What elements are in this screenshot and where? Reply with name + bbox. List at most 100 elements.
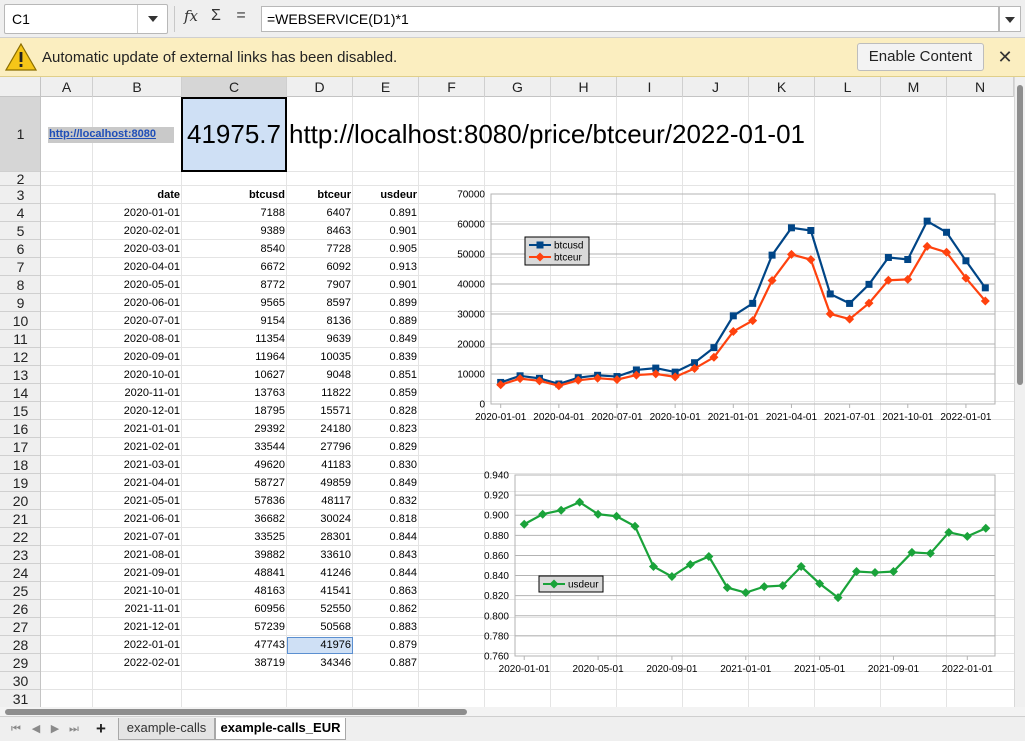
table-cell[interactable]: 2020-02-01	[62, 225, 180, 237]
table-cell[interactable]: 2021-07-01	[62, 531, 180, 543]
column-header-f[interactable]: F	[419, 77, 485, 97]
column-header-h[interactable]: H	[551, 77, 617, 97]
row-header-28[interactable]: 28	[0, 636, 40, 654]
table-cell[interactable]: 0.879	[299, 639, 417, 651]
formula-input[interactable]: =WEBSERVICE(D1)*1	[261, 6, 999, 32]
table-cell[interactable]: 2021-04-01	[62, 477, 180, 489]
row-header-12[interactable]: 12	[0, 348, 40, 366]
table-cell[interactable]: 2020-06-01	[62, 297, 180, 309]
row-header-5[interactable]: 5	[0, 222, 40, 240]
table-cell[interactable]: 2020-09-01	[62, 351, 180, 363]
previous-sheet-icon[interactable]: ◀	[29, 721, 43, 737]
row-header-6[interactable]: 6	[0, 240, 40, 258]
table-cell[interactable]: 0.883	[299, 621, 417, 633]
row-header-3[interactable]: 3	[0, 186, 40, 204]
column-header-k[interactable]: K	[749, 77, 815, 97]
tab-example-calls-eur[interactable]: example-calls_EUR	[215, 718, 346, 740]
sum-button[interactable]: Σ	[206, 7, 226, 31]
last-sheet-icon[interactable]: ⏭	[67, 721, 81, 737]
table-cell[interactable]: 0.823	[299, 423, 417, 435]
function-wizard-button[interactable]: fx	[180, 7, 202, 31]
table-cell[interactable]: 2021-12-01	[62, 621, 180, 633]
row-header-7[interactable]: 7	[0, 258, 40, 276]
horizontal-scroll-thumb[interactable]	[5, 709, 467, 715]
expand-formula-bar-button[interactable]	[999, 6, 1021, 32]
table-cell[interactable]: 2021-10-01	[62, 585, 180, 597]
cell-c1-selected[interactable]: 41975.7	[181, 97, 287, 172]
table-cell[interactable]: 0.844	[299, 531, 417, 543]
row-header-14[interactable]: 14	[0, 384, 40, 402]
name-box[interactable]: C1	[4, 4, 168, 34]
row-header-31[interactable]: 31	[0, 690, 40, 707]
horizontal-scrollbar[interactable]	[0, 707, 1025, 716]
row-header-30[interactable]: 30	[0, 672, 40, 690]
column-header-g[interactable]: G	[485, 77, 551, 97]
vertical-scrollbar[interactable]	[1014, 77, 1025, 707]
table-cell[interactable]: 2021-03-01	[62, 459, 180, 471]
table-cell[interactable]: 0.832	[299, 495, 417, 507]
table-cell[interactable]: 2021-11-01	[62, 603, 180, 615]
table-cell[interactable]: 0.829	[299, 441, 417, 453]
btc-price-chart[interactable]: 0 10000 20000 30000 40000 50000 60000 70000 2020…	[440, 180, 1010, 435]
usdeur-chart[interactable]: 0.760 0.780 0.800 0.820 0.840 0.860 0.880 0.900…	[440, 462, 1010, 684]
row-header-8[interactable]: 8	[0, 276, 40, 294]
table-cell[interactable]: 2021-05-01	[62, 495, 180, 507]
row-header-4[interactable]: 4	[0, 204, 40, 222]
row-header-21[interactable]: 21	[0, 510, 40, 528]
table-cell[interactable]: 2022-01-01	[62, 639, 180, 651]
table-cell[interactable]: 0.899	[299, 297, 417, 309]
next-sheet-icon[interactable]: ▶	[48, 721, 62, 737]
table-cell[interactable]: 2021-02-01	[62, 441, 180, 453]
add-sheet-icon[interactable]: +	[93, 720, 109, 738]
enable-content-button[interactable]: Enable Content	[857, 43, 984, 71]
table-cell[interactable]: 2021-09-01	[62, 567, 180, 579]
formula-button[interactable]: =	[231, 7, 251, 31]
close-icon[interactable]: ✕	[995, 46, 1015, 68]
column-header-d[interactable]: D	[287, 77, 353, 97]
name-box-dropdown-button[interactable]	[137, 5, 167, 33]
table-cell[interactable]: 2021-01-01	[62, 423, 180, 435]
column-header-b[interactable]: B	[93, 77, 182, 97]
row-header-11[interactable]: 11	[0, 330, 40, 348]
table-cell[interactable]: 2020-11-01	[62, 387, 180, 399]
cell-d1[interactable]: http://localhost:8080/price/btceur/2022-…	[289, 119, 805, 150]
row-header-23[interactable]: 23	[0, 546, 40, 564]
table-cell[interactable]: 2020-12-01	[62, 405, 180, 417]
table-cell[interactable]: 2021-06-01	[62, 513, 180, 525]
table-cell[interactable]: 0.901	[299, 279, 417, 291]
column-heading-usdeur[interactable]: usdeur	[299, 189, 417, 201]
table-cell[interactable]: 0.849	[299, 477, 417, 489]
column-header-m[interactable]: M	[881, 77, 947, 97]
row-header-19[interactable]: 19	[0, 474, 40, 492]
row-header-26[interactable]: 26	[0, 600, 40, 618]
row-header-20[interactable]: 20	[0, 492, 40, 510]
row-header-2[interactable]: 2	[0, 172, 40, 186]
table-cell[interactable]: 0.905	[299, 243, 417, 255]
row-header-24[interactable]: 24	[0, 564, 40, 582]
table-cell[interactable]: 2020-04-01	[62, 261, 180, 273]
row-header-27[interactable]: 27	[0, 618, 40, 636]
column-header-n[interactable]: N	[947, 77, 1014, 97]
table-cell[interactable]: 0.862	[299, 603, 417, 615]
column-header-i[interactable]: I	[617, 77, 683, 97]
table-cell[interactable]: 0.913	[299, 261, 417, 273]
row-header-10[interactable]: 10	[0, 312, 40, 330]
row-header-22[interactable]: 22	[0, 528, 40, 546]
row-header-29[interactable]: 29	[0, 654, 40, 672]
table-cell[interactable]: 0.859	[299, 387, 417, 399]
table-cell[interactable]: 0.839	[299, 351, 417, 363]
column-heading-date[interactable]: date	[62, 189, 180, 201]
column-header-e[interactable]: E	[353, 77, 419, 97]
table-cell[interactable]: 0.891	[299, 207, 417, 219]
table-cell[interactable]: 0.889	[299, 315, 417, 327]
table-cell[interactable]: 0.849	[299, 333, 417, 345]
table-cell[interactable]: 2020-05-01	[62, 279, 180, 291]
table-cell[interactable]: 0.863	[299, 585, 417, 597]
column-header-c[interactable]: C	[182, 77, 287, 97]
first-sheet-icon[interactable]: ⏮	[9, 721, 23, 737]
row-header-1[interactable]: 1	[0, 97, 40, 172]
table-cell[interactable]: 0.828	[299, 405, 417, 417]
table-cell[interactable]: 0.818	[299, 513, 417, 525]
column-header-a[interactable]: A	[41, 77, 93, 97]
table-cell[interactable]: 2022-02-01	[62, 657, 180, 669]
